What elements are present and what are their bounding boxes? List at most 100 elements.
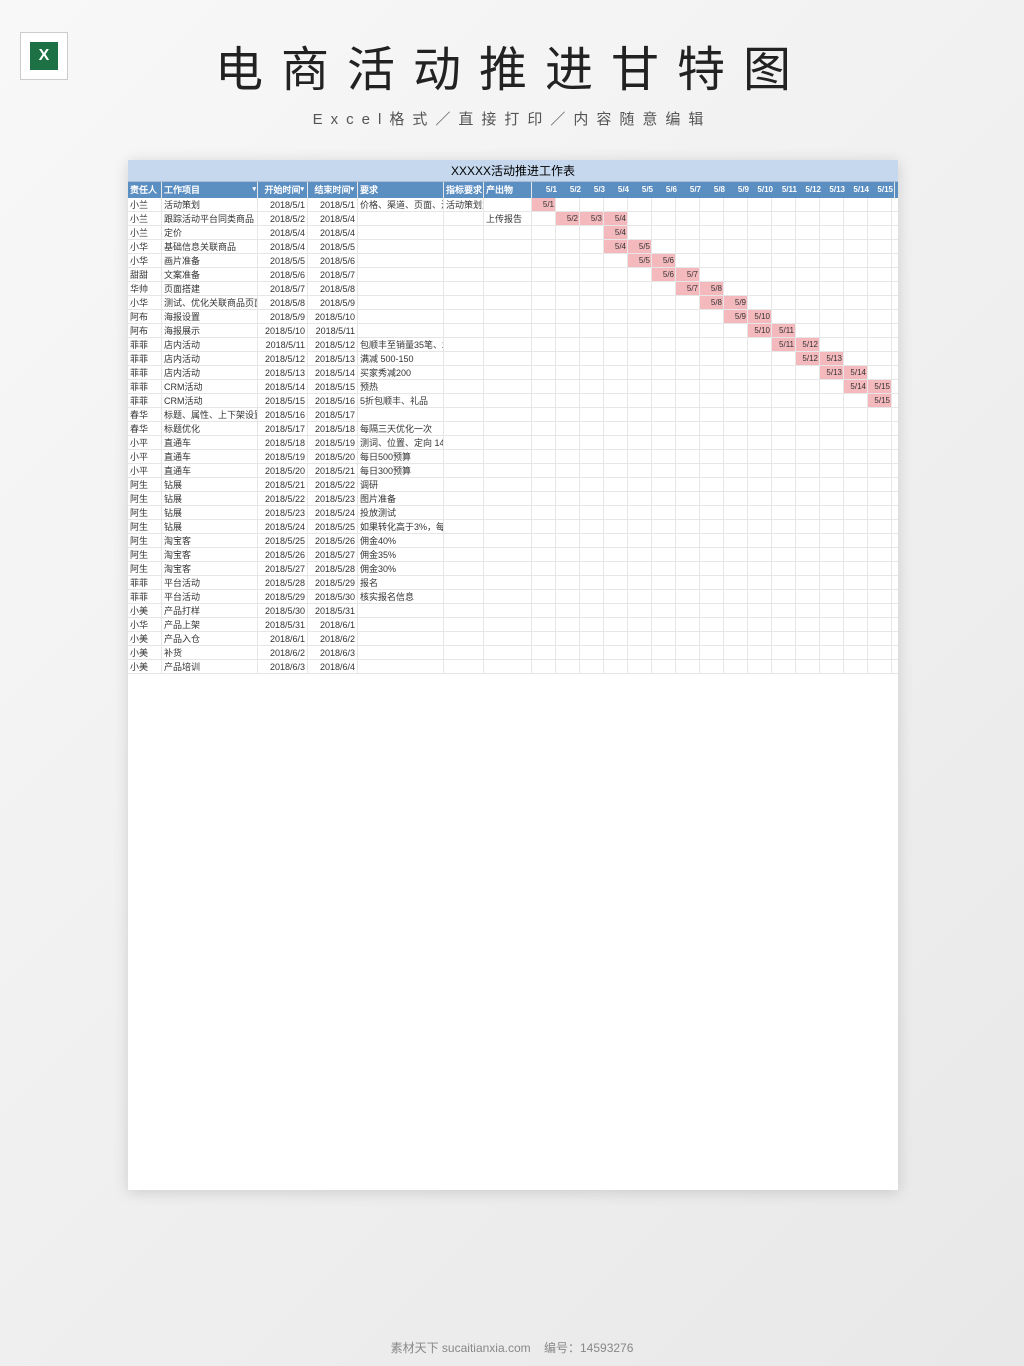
gantt-cell (772, 422, 796, 435)
gantt-cell (580, 296, 604, 309)
header-owner[interactable]: 责任人▾ (128, 182, 162, 198)
cell-start: 2018/5/21 (258, 478, 308, 491)
cell-start: 2018/5/4 (258, 226, 308, 239)
gantt-cell (556, 408, 580, 421)
cell-task: 钻展 (162, 520, 258, 533)
filter-icon[interactable]: ▾ (350, 182, 354, 198)
cell-metric (444, 268, 484, 281)
gantt-cell (820, 338, 844, 351)
cell-output (484, 352, 532, 365)
gantt-cell (844, 520, 868, 533)
header-row: 责任人▾ 工作项目▾ 开始时间▾ 结束时间▾ 要求 指标要求 产出物 5/15/… (128, 182, 898, 198)
gantt-cell (772, 380, 796, 393)
cell-end: 2018/5/4 (308, 226, 358, 239)
header-end[interactable]: 结束时间▾ (308, 182, 358, 198)
gantt-cell (652, 604, 676, 617)
gantt-cell (820, 618, 844, 631)
gantt-cell (532, 492, 556, 505)
cell-owner: 小美 (128, 646, 162, 659)
header-day: 5/15 (870, 182, 894, 198)
cell-metric: 活动策划方案 (444, 198, 484, 211)
header-start[interactable]: 开始时间▾ (258, 182, 308, 198)
gantt-cell (748, 450, 772, 463)
gantt-cell (724, 520, 748, 533)
gantt-cell (580, 282, 604, 295)
gantt-cell (556, 534, 580, 547)
gantt-cell (844, 548, 868, 561)
gantt-cell (652, 422, 676, 435)
table-row: 菲菲平台活动2018/5/292018/5/30核实报名信息 (128, 590, 898, 604)
gantt-cell (772, 198, 796, 211)
gantt-cell (724, 422, 748, 435)
cell-end: 2018/5/25 (308, 520, 358, 533)
cell-req (358, 604, 444, 617)
table-row: 阿布海报设置2018/5/92018/5/105/95/10 (128, 310, 898, 324)
cell-task: 海报展示 (162, 324, 258, 337)
gantt-cell (628, 520, 652, 533)
cell-task: 淘宝客 (162, 548, 258, 561)
gantt-cell (724, 380, 748, 393)
gantt-cell (532, 282, 556, 295)
gantt-cell (532, 646, 556, 659)
gantt-cell (844, 450, 868, 463)
gantt-cell (844, 492, 868, 505)
filter-icon[interactable]: ▾ (300, 182, 304, 198)
gantt-cell (700, 380, 724, 393)
header-task[interactable]: 工作项目▾ (162, 182, 258, 198)
gantt-cell (652, 366, 676, 379)
cell-req: 佣金35% (358, 548, 444, 561)
cell-req: 预热 (358, 380, 444, 393)
gantt-cell (820, 478, 844, 491)
gantt-cell (796, 618, 820, 631)
cell-end: 2018/5/27 (308, 548, 358, 561)
gantt-cell (652, 506, 676, 519)
gantt-cell (628, 646, 652, 659)
gantt-cell (868, 604, 892, 617)
gantt-cell (796, 590, 820, 603)
gantt-cell (676, 338, 700, 351)
table-row: 小华基础信息关联商品2018/5/42018/5/55/45/5 (128, 240, 898, 254)
filter-icon[interactable]: ▾ (252, 182, 256, 198)
gantt-cell (844, 660, 868, 673)
gantt-cell (796, 534, 820, 547)
cell-task: 直通车 (162, 464, 258, 477)
cell-owner: 小平 (128, 436, 162, 449)
gantt-cell (820, 492, 844, 505)
cell-req: 每日500预算 (358, 450, 444, 463)
cell-end: 2018/5/20 (308, 450, 358, 463)
cell-start: 2018/5/8 (258, 296, 308, 309)
cell-task: 店内活动 (162, 338, 258, 351)
gantt-cell (724, 646, 748, 659)
gantt-cell (700, 408, 724, 421)
gantt-cell (724, 338, 748, 351)
gantt-cell (676, 366, 700, 379)
gantt-cell (676, 394, 700, 407)
gantt-cell (676, 380, 700, 393)
gantt-cell (844, 282, 868, 295)
cell-task: 产品入仓 (162, 632, 258, 645)
gantt-cell (868, 254, 892, 267)
gantt-cell (844, 198, 868, 211)
gantt-cell (796, 464, 820, 477)
gantt-cell (820, 576, 844, 589)
gantt-cell (532, 548, 556, 561)
cell-task: 跟踪活动平台同类商品 (162, 212, 258, 225)
gantt-cell (724, 464, 748, 477)
cell-end: 2018/5/28 (308, 562, 358, 575)
gantt-cell (844, 324, 868, 337)
cell-metric (444, 590, 484, 603)
gantt-cell (748, 338, 772, 351)
gantt-cell (556, 590, 580, 603)
gantt-cell (652, 338, 676, 351)
cell-task: 基础信息关联商品 (162, 240, 258, 253)
table-row: 阿生钻展2018/5/232018/5/24投放测试 (128, 506, 898, 520)
gantt-cell (820, 226, 844, 239)
gantt-cell (796, 254, 820, 267)
gantt-cell (772, 646, 796, 659)
gantt-cell (604, 408, 628, 421)
cell-task: 文案准备 (162, 268, 258, 281)
gantt-cell (820, 296, 844, 309)
gantt-cell (628, 324, 652, 337)
gantt-cell (700, 212, 724, 225)
gantt-cell (556, 520, 580, 533)
